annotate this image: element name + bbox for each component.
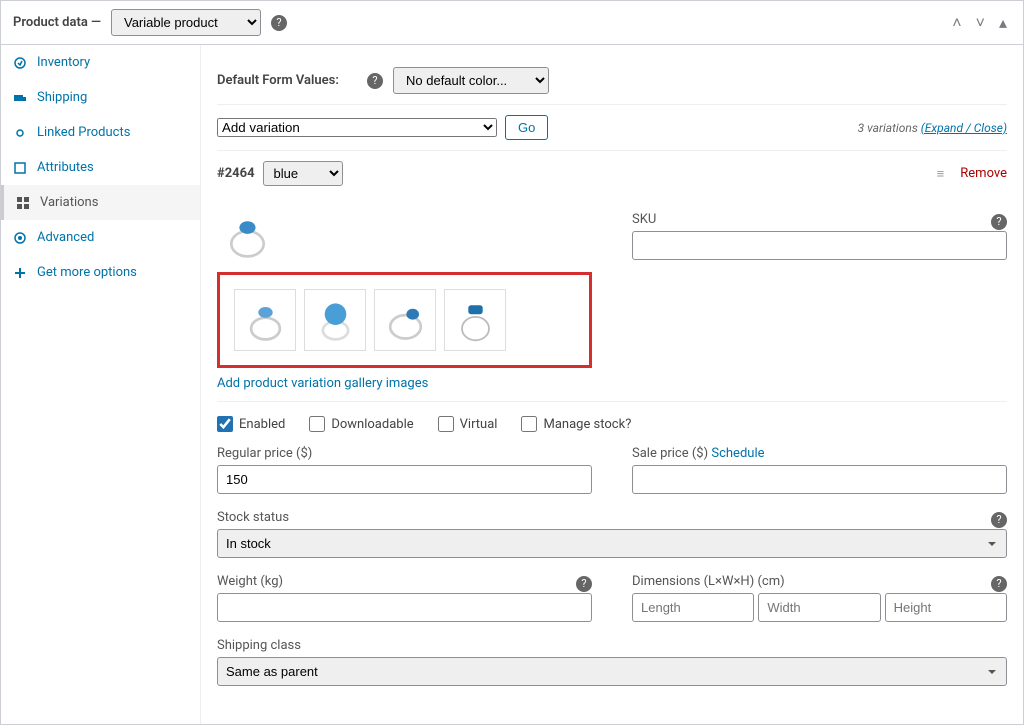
dimensions-label: Dimensions (L×W×H) (cm): [632, 574, 785, 589]
downloadable-checkbox[interactable]: [309, 416, 325, 432]
sidebar-item-linked[interactable]: Linked Products: [1, 115, 200, 150]
add-variation-row: Add variation Go 3 variations (Expand / …: [217, 105, 1007, 150]
sidebar-item-variations[interactable]: Variations: [1, 185, 200, 220]
sku-label: SKU: [632, 212, 656, 227]
variations-icon: [16, 196, 32, 210]
go-button[interactable]: Go: [505, 115, 548, 140]
stock-status-label: Stock status: [217, 510, 289, 525]
main-content: Default Form Values: ? No default color.…: [201, 45, 1023, 724]
default-values-row: Default Form Values: ? No default color.…: [217, 57, 1007, 105]
regular-price-input[interactable]: [217, 465, 592, 494]
help-icon[interactable]: ?: [991, 576, 1007, 592]
sale-price-input[interactable]: [632, 465, 1007, 494]
panel-title: Product data —: [13, 15, 101, 30]
downloadable-checkbox-label[interactable]: Downloadable: [309, 416, 413, 432]
add-gallery-link[interactable]: Add product variation gallery images: [217, 376, 428, 391]
help-icon[interactable]: ?: [271, 15, 287, 31]
sidebar-item-label: Attributes: [37, 160, 94, 175]
sidebar-item-label: Get more options: [37, 265, 137, 280]
linked-icon: [13, 126, 29, 140]
schedule-link[interactable]: Schedule: [711, 446, 764, 461]
advanced-icon: [13, 231, 29, 245]
sidebar-item-label: Linked Products: [37, 125, 130, 140]
gallery-thumb[interactable]: [444, 289, 506, 351]
default-color-select[interactable]: No default color...: [393, 67, 549, 94]
remove-link[interactable]: Remove: [960, 166, 1007, 181]
gallery-thumb[interactable]: [304, 289, 366, 351]
gallery-thumb[interactable]: [374, 289, 436, 351]
gallery-box: [217, 272, 592, 368]
help-icon[interactable]: ?: [576, 576, 592, 592]
drag-icon[interactable]: ≡: [937, 166, 945, 182]
shipping-icon: [13, 91, 29, 105]
sidebar-item-advanced[interactable]: Advanced: [1, 220, 200, 255]
enabled-checkbox[interactable]: [217, 416, 233, 432]
sidebar-item-shipping[interactable]: Shipping: [1, 80, 200, 115]
regular-price-label: Regular price ($): [217, 446, 592, 461]
panel-down-icon[interactable]: ˅: [972, 13, 989, 33]
virtual-checkbox[interactable]: [438, 416, 454, 432]
help-icon[interactable]: ?: [367, 73, 383, 89]
panel-collapse-icon[interactable]: ▴: [995, 13, 1011, 33]
stock-status-select[interactable]: In stock: [217, 529, 1007, 558]
sidebar-item-label: Shipping: [37, 90, 87, 105]
variation-color-select[interactable]: blue: [263, 161, 343, 186]
add-variation-select[interactable]: Add variation: [217, 118, 497, 137]
length-input[interactable]: [632, 593, 754, 622]
panel-up-icon[interactable]: ˄: [948, 13, 965, 33]
sidebar-item-inventory[interactable]: Inventory: [1, 45, 200, 80]
panel-header: Product data — Variable product ? ˄ ˅ ▴: [1, 1, 1023, 45]
sidebar-item-label: Inventory: [37, 55, 90, 70]
sale-price-label: Sale price ($) Schedule: [632, 446, 1007, 461]
sidebar-item-label: Variations: [40, 195, 98, 210]
product-data-panel: Product data — Variable product ? ˄ ˅ ▴ …: [0, 0, 1024, 725]
default-values-label: Default Form Values:: [217, 73, 357, 88]
virtual-checkbox-label[interactable]: Virtual: [438, 416, 498, 432]
manage-stock-checkbox-label[interactable]: Manage stock?: [521, 416, 631, 432]
shipping-class-label: Shipping class: [217, 638, 1007, 653]
variations-count: 3 variations (Expand / Close): [858, 121, 1007, 135]
attributes-icon: [13, 161, 29, 175]
width-input[interactable]: [758, 593, 880, 622]
sidebar: Inventory Shipping Linked Products Attri…: [1, 45, 201, 724]
weight-input[interactable]: [217, 593, 592, 622]
sidebar-item-more[interactable]: Get more options: [1, 255, 200, 290]
variation-header: #2464 blue ≡ Remove: [217, 151, 1007, 196]
sidebar-item-attributes[interactable]: Attributes: [1, 150, 200, 185]
manage-stock-checkbox[interactable]: [521, 416, 537, 432]
sku-input[interactable]: [632, 231, 1007, 260]
variation-main-image[interactable]: [217, 212, 277, 262]
shipping-class-select[interactable]: Same as parent: [217, 657, 1007, 686]
weight-label: Weight (kg): [217, 574, 283, 589]
variation-id: #2464: [217, 166, 255, 181]
help-icon[interactable]: ?: [991, 214, 1007, 230]
help-icon[interactable]: ?: [991, 512, 1007, 528]
checkbox-row: Enabled Downloadable Virtual Manage stoc…: [217, 402, 1007, 446]
product-type-select[interactable]: Variable product: [111, 9, 261, 36]
more-icon: [13, 266, 29, 280]
gallery-thumb[interactable]: [234, 289, 296, 351]
enabled-checkbox-label[interactable]: Enabled: [217, 416, 285, 432]
height-input[interactable]: [885, 593, 1007, 622]
sidebar-item-label: Advanced: [37, 230, 94, 245]
expand-close-link[interactable]: (Expand / Close): [921, 121, 1007, 135]
inventory-icon: [13, 56, 29, 70]
